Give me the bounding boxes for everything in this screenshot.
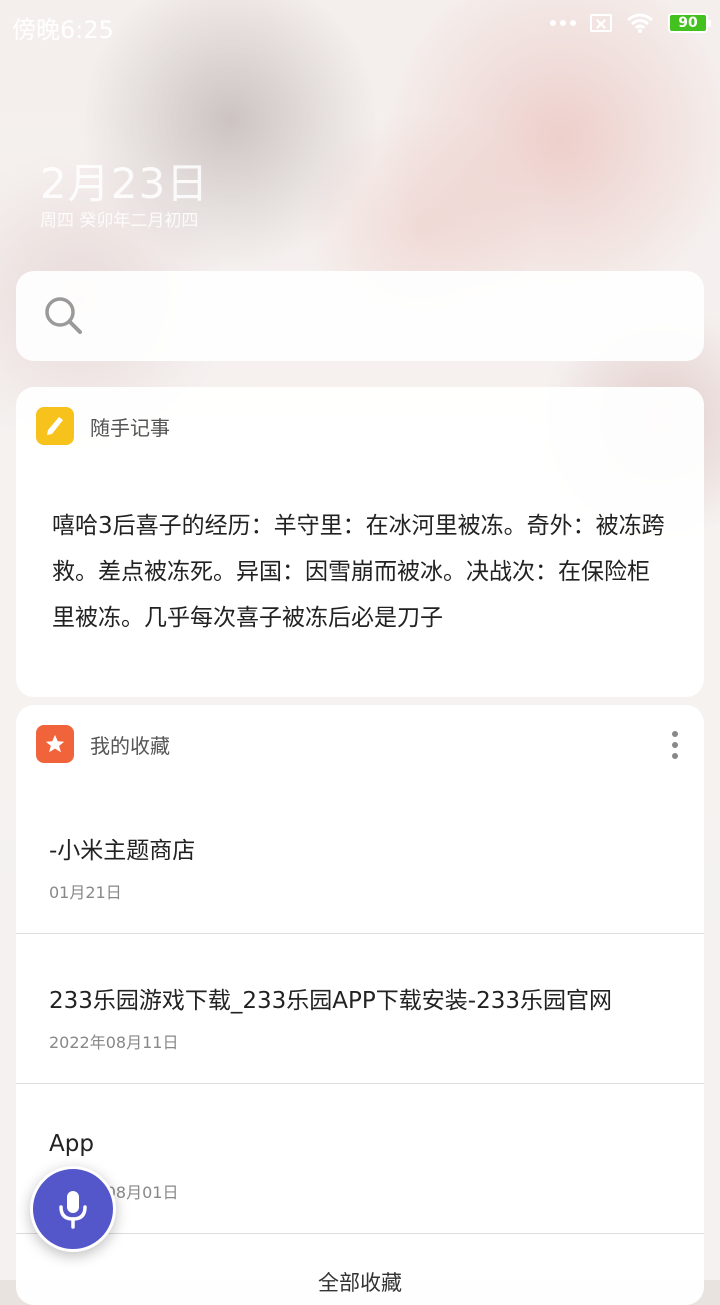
favorite-item-date: 01月21日	[49, 883, 122, 902]
note-card-header: 随手记事	[36, 407, 170, 445]
note-content[interactable]: 嘻哈3后喜子的经历：羊守里：在冰河里被冻。奇外：被冻跨救。差点被冻死。异国：因雪…	[52, 503, 672, 641]
status-bar: 傍晚6:25 90	[0, 0, 720, 52]
note-card[interactable]: 随手记事 嘻哈3后喜子的经历：羊守里：在冰河里被冻。奇外：被冻跨救。差点被冻死。…	[16, 387, 704, 697]
battery-icon: 90	[668, 13, 711, 33]
battery-level: 90	[678, 15, 698, 31]
status-time: 傍晚6:25	[12, 16, 114, 44]
favorites-card-header: 我的收藏	[36, 725, 170, 763]
favorite-item[interactable]: -小米主题商店 01月21日	[16, 783, 704, 933]
voice-assistant-button[interactable]	[30, 1166, 116, 1252]
signal-dots-icon	[550, 20, 576, 26]
search-icon[interactable]	[44, 296, 84, 336]
date-main: 2月23日	[40, 159, 210, 208]
date-lunar: 周四 癸卯年二月初四	[40, 211, 199, 231]
favorites-card-title: 我的收藏	[90, 733, 170, 758]
note-card-title: 随手记事	[90, 415, 170, 440]
pencil-icon	[36, 407, 74, 445]
favorite-item-title: App	[49, 1131, 94, 1157]
star-icon	[36, 725, 74, 763]
microphone-icon	[59, 1191, 87, 1229]
favorite-item[interactable]: App 2022年08月01日	[16, 1083, 704, 1233]
wifi-icon	[627, 13, 653, 33]
status-icons: 90	[550, 12, 711, 34]
search-bar[interactable]	[16, 271, 704, 361]
divider	[16, 1233, 704, 1234]
favorite-item-title: -小米主题商店	[49, 838, 196, 864]
favorite-item-date: 2022年08月11日	[49, 1033, 179, 1052]
favorite-item[interactable]: 233乐园游戏下载_233乐园APP下载安装-233乐园官网 2022年08月1…	[16, 933, 704, 1083]
more-icon[interactable]	[672, 731, 678, 759]
favorites-card: 我的收藏 -小米主题商店 01月21日 233乐园游戏下载_233乐园APP下载…	[16, 705, 704, 1305]
favorite-item-title: 233乐园游戏下载_233乐园APP下载安装-233乐园官网	[49, 988, 612, 1014]
view-all-favorites-link[interactable]: 全部收藏	[16, 1267, 704, 1297]
no-sim-icon	[590, 14, 612, 32]
